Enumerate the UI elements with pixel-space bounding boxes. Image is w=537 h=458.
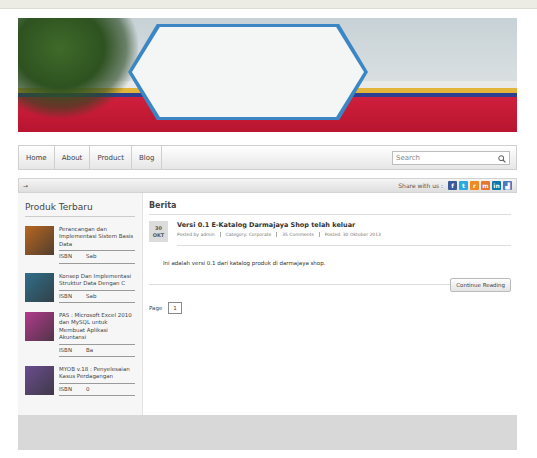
post-title[interactable]: Versi 0.1 E-Katalog Darmajaya Shop telah… — [177, 221, 386, 229]
nav-item[interactable]: About — [55, 146, 91, 169]
social-icon[interactable]: ▟ — [503, 181, 512, 190]
post-heading: Versi 0.1 E-Katalog Darmajaya Shop telah… — [177, 221, 386, 237]
nav-item[interactable]: Product — [90, 146, 132, 169]
nav-bar: HomeAboutProductBlog — [18, 145, 517, 170]
social-icon[interactable]: r — [470, 181, 479, 190]
date-month: OKT — [153, 232, 165, 239]
isbn-value: 0 — [86, 386, 90, 393]
nav-item[interactable]: Blog — [132, 146, 162, 169]
search-box[interactable] — [392, 151, 510, 165]
content-title: Berita — [149, 201, 511, 215]
isbn-value: Sab — [86, 293, 96, 300]
meta-item: Posted: 30 Oktober 2013 — [319, 232, 386, 237]
sidebar-title: Produk Terbaru — [25, 202, 135, 217]
product-isbn: ISBN Ba — [59, 345, 135, 357]
banner-photo-palm — [18, 18, 138, 118]
main-area: Produk Terbaru Perancangan dan Implementa… — [18, 193, 517, 415]
product-item[interactable]: MYOB v.18 : Penyelesaian Kasus Perdagang… — [25, 366, 135, 396]
meta-item: Posted by admin — [177, 232, 220, 237]
post-divider — [177, 245, 511, 246]
share-label: Share with us : — [398, 182, 443, 189]
nav-item[interactable]: Home — [19, 146, 55, 169]
search-input[interactable] — [396, 154, 498, 162]
banner-sign — [132, 27, 364, 117]
post-header: 30OKT Versi 0.1 E-Katalog Darmajaya Shop … — [149, 221, 511, 242]
product-thumbnail[interactable] — [25, 226, 54, 255]
product-title[interactable]: PAS : Microsoft Excel 2010 dan MySQL unt… — [59, 312, 135, 345]
isbn-value: Sab — [86, 253, 96, 260]
page-label: Page — [149, 305, 162, 311]
date-badge: 30OKT — [149, 221, 168, 242]
share-bar: Share with us : ftrmin▟ — [398, 181, 512, 190]
isbn-label: ISBN — [59, 386, 72, 393]
product-thumbnail[interactable] — [25, 312, 54, 341]
date-day: 30 — [155, 225, 162, 232]
product-text: PAS : Microsoft Excel 2010 dan MySQL unt… — [59, 312, 135, 357]
isbn-label: ISBN — [59, 253, 72, 260]
product-title[interactable]: Perancangan dan Implementasi Sistem Basi… — [59, 226, 135, 251]
product-text: Konsep Dan Implementasi Struktur Data De… — [59, 273, 135, 303]
product-text: Perancangan dan Implementasi Sistem Basi… — [59, 226, 135, 264]
toolbar: → Share with us : ftrmin▟ — [18, 178, 517, 193]
header-banner — [18, 18, 517, 132]
product-thumbnail[interactable] — [25, 366, 54, 395]
arrow-icon[interactable]: → — [23, 182, 28, 189]
product-text: MYOB v.18 : Penyelesaian Kasus Perdagang… — [59, 366, 135, 396]
product-title[interactable]: MYOB v.18 : Penyelesaian Kasus Perdagang… — [59, 366, 135, 384]
isbn-label: ISBN — [59, 347, 72, 354]
post-body: Ini adalah versi 0.1 dari katalog produk… — [163, 260, 511, 266]
product-item[interactable]: PAS : Microsoft Excel 2010 dan MySQL unt… — [25, 312, 135, 357]
product-item[interactable]: Konsep Dan Implementasi Struktur Data De… — [25, 273, 135, 303]
top-strip — [0, 0, 537, 9]
content: Berita 30OKT Versi 0.1 E-Katalog Darmajaya… — [142, 193, 517, 415]
meta-item: 35 Comments — [276, 232, 319, 237]
isbn-label: ISBN — [59, 293, 72, 300]
page-button[interactable]: 1 — [168, 302, 182, 314]
post-footer: Continue Reading — [149, 284, 511, 292]
page-wrapper: HomeAboutProductBlog → Share with us : ftrm… — [18, 18, 517, 450]
meta-item: Category: Corporate — [220, 232, 277, 237]
product-title[interactable]: Konsep Dan Implementasi Struktur Data De… — [59, 273, 135, 291]
product-isbn: ISBN Sab — [59, 291, 135, 303]
sidebar: Produk Terbaru Perancangan dan Implementa… — [18, 193, 142, 415]
search-icon[interactable] — [498, 148, 506, 167]
continue-reading-button[interactable]: Continue Reading — [450, 278, 511, 292]
product-isbn: ISBN Sab — [59, 251, 135, 263]
social-icon[interactable]: m — [481, 181, 490, 190]
social-icon[interactable]: t — [459, 181, 468, 190]
social-icon[interactable]: f — [448, 181, 457, 190]
social-icon[interactable]: in — [492, 181, 501, 190]
pagination: Page 1 — [149, 302, 511, 314]
footer — [18, 415, 517, 450]
product-thumbnail[interactable] — [25, 273, 54, 302]
product-isbn: ISBN 0 — [59, 384, 135, 396]
isbn-value: Ba — [86, 347, 93, 354]
product-item[interactable]: Perancangan dan Implementasi Sistem Basi… — [25, 226, 135, 264]
post-meta: Posted by adminCategory: Corporate35 Com… — [177, 232, 386, 237]
